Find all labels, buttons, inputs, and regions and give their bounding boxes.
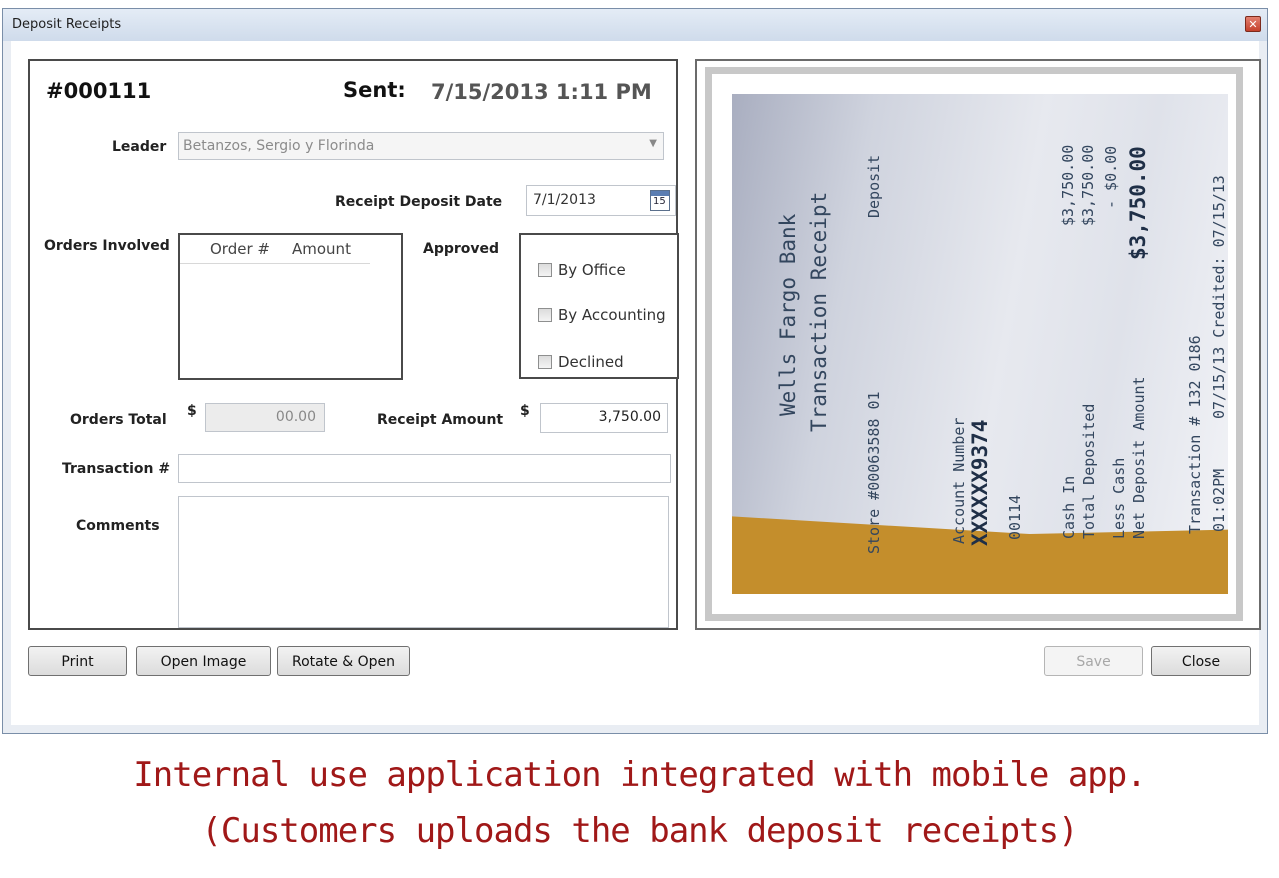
orders-total-input: 00.00 bbox=[205, 403, 325, 432]
receipt-amount-label: Receipt Amount bbox=[377, 412, 504, 428]
receipt-amount-input[interactable]: 3,750.00 bbox=[540, 403, 668, 433]
by-accounting-checkbox[interactable] bbox=[538, 308, 552, 322]
receipt-cash-in: Cash In bbox=[1060, 475, 1078, 539]
leader-label: Leader bbox=[112, 139, 167, 155]
deposit-date-input[interactable]: 7/1/2013 15 bbox=[526, 185, 676, 216]
deposit-receipts-window: Deposit Receipts ✕ #000111 Sent: 7/15/20… bbox=[2, 8, 1268, 734]
declined-checkbox[interactable] bbox=[538, 355, 552, 369]
receipt-doc-title: Transaction Receipt bbox=[807, 191, 831, 432]
sent-label: Sent: bbox=[343, 78, 406, 102]
window-close-icon[interactable]: ✕ bbox=[1245, 16, 1261, 32]
receipt-number: #000111 bbox=[46, 79, 152, 103]
column-order-number[interactable]: Order # bbox=[210, 240, 270, 258]
orders-list[interactable]: Order # Amount bbox=[178, 233, 403, 380]
receipt-time-line: 01:02PM bbox=[1210, 468, 1228, 532]
leader-value: Betanzos, Sergio y Florinda bbox=[183, 138, 375, 154]
calendar-icon[interactable]: 15 bbox=[650, 190, 670, 211]
receipt-account-number: XXXXXX9374 bbox=[968, 419, 992, 546]
leader-select[interactable]: Betanzos, Sergio y Florinda ▼ bbox=[178, 132, 664, 160]
receipt-store: Store #00063588 01 bbox=[865, 391, 883, 554]
receipt-photo: Wells Fargo Bank Transaction Receipt Dep… bbox=[732, 94, 1228, 594]
receipt-amount-1: $3,750.00 bbox=[1059, 144, 1077, 226]
orders-total-label: Orders Total bbox=[70, 412, 167, 428]
receipt-less-cash: Less Cash bbox=[1110, 457, 1128, 539]
receipt-code: 00114 bbox=[1006, 494, 1024, 540]
orders-total-currency: $ bbox=[187, 403, 197, 419]
transaction-input[interactable] bbox=[178, 454, 671, 483]
declined-label[interactable]: Declined bbox=[558, 353, 624, 371]
receipt-bank-name: Wells Fargo Bank bbox=[776, 213, 800, 416]
orders-involved-label: Orders Involved bbox=[44, 238, 170, 254]
save-button[interactable]: Save bbox=[1044, 646, 1143, 676]
window-title: Deposit Receipts bbox=[12, 17, 122, 32]
close-button[interactable]: Close bbox=[1151, 646, 1251, 676]
receipt-account-label: Account Number bbox=[950, 417, 968, 544]
deposit-date-label: Receipt Deposit Date bbox=[335, 194, 503, 210]
receipt-amount-currency: $ bbox=[520, 403, 530, 419]
comments-textarea[interactable] bbox=[178, 496, 669, 628]
receipt-image-panel: Wells Fargo Bank Transaction Receipt Dep… bbox=[695, 59, 1261, 630]
column-amount[interactable]: Amount bbox=[292, 240, 351, 258]
chevron-down-icon: ▼ bbox=[649, 138, 657, 149]
title-bar: Deposit Receipts ✕ bbox=[3, 9, 1267, 41]
by-office-label[interactable]: By Office bbox=[558, 261, 626, 279]
caption-line-1: Internal use application integrated with… bbox=[133, 755, 1146, 795]
receipt-form-panel: #000111 Sent: 7/15/2013 1:11 PM Leader B… bbox=[28, 59, 679, 630]
receipt-net-deposit: Net Deposit Amount bbox=[1130, 376, 1148, 539]
receipt-net-amount: $3,750.00 bbox=[1126, 146, 1150, 260]
approved-group: By Office By Accounting Declined bbox=[519, 233, 679, 379]
by-office-checkbox[interactable] bbox=[538, 263, 552, 277]
by-accounting-label[interactable]: By Accounting bbox=[558, 306, 666, 324]
comments-label: Comments bbox=[76, 518, 160, 534]
receipt-credited-line: 07/15/13 Credited: 07/15/13 bbox=[1210, 175, 1228, 419]
receipt-total-deposited: Total Deposited bbox=[1080, 403, 1098, 539]
print-button[interactable]: Print bbox=[28, 646, 127, 676]
image-frame: Wells Fargo Bank Transaction Receipt Dep… bbox=[705, 67, 1243, 621]
approved-label: Approved bbox=[423, 241, 500, 257]
receipt-transaction-line: Transaction # 132 0186 bbox=[1186, 335, 1204, 534]
open-image-button[interactable]: Open Image bbox=[136, 646, 271, 676]
receipt-type: Deposit bbox=[865, 154, 883, 218]
dialog-body: #000111 Sent: 7/15/2013 1:11 PM Leader B… bbox=[11, 41, 1261, 725]
receipt-amount-value: 3,750.00 bbox=[598, 409, 661, 425]
sent-value: 7/15/2013 1:11 PM bbox=[431, 80, 652, 104]
receipt-amount-2: $3,750.00 bbox=[1079, 144, 1097, 226]
rotate-open-button[interactable]: Rotate & Open bbox=[277, 646, 410, 676]
transaction-label: Transaction # bbox=[62, 461, 171, 477]
orders-total-value: 00.00 bbox=[275, 409, 316, 425]
caption-line-2: (Customers uploads the bank deposit rece… bbox=[201, 811, 1078, 851]
orders-list-header: Order # Amount bbox=[180, 235, 370, 264]
receipt-amount-3: - $0.00 bbox=[1102, 145, 1120, 209]
deposit-date-value: 7/1/2013 bbox=[533, 192, 596, 208]
